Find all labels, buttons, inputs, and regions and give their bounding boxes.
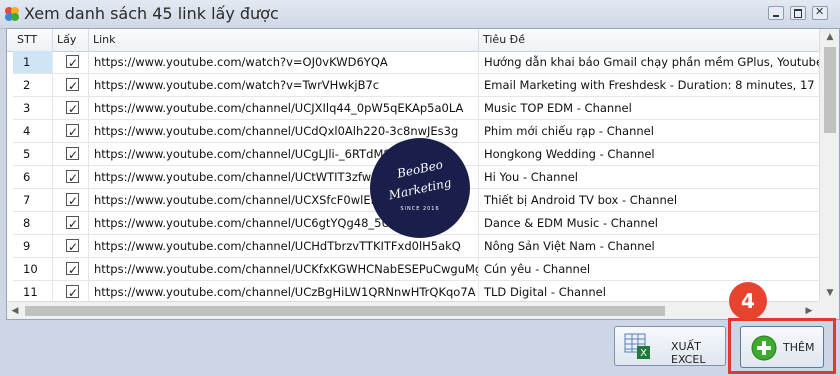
checkbox[interactable] bbox=[66, 236, 79, 257]
row-title[interactable]: Thiết bị Android TV box - Channel bbox=[479, 189, 839, 212]
title-bar: Xem danh sách 45 link lấy được bbox=[0, 0, 840, 29]
checkbox[interactable] bbox=[66, 52, 79, 73]
checkbox[interactable] bbox=[66, 75, 79, 96]
row-checkbox-cell[interactable] bbox=[53, 258, 89, 281]
app-icon bbox=[5, 7, 19, 21]
row-title[interactable]: Email Marketing with Freshdesk - Duratio… bbox=[479, 74, 839, 97]
row-number: 10 bbox=[13, 258, 53, 281]
row-number: 6 bbox=[13, 166, 53, 189]
vertical-scrollbar[interactable]: ▲ ▼ bbox=[819, 29, 839, 301]
close-button[interactable] bbox=[812, 5, 828, 20]
export-excel-label: XUẤT EXCEL bbox=[671, 340, 706, 366]
row-checkbox-cell[interactable] bbox=[53, 97, 89, 120]
row-checkbox-cell[interactable] bbox=[53, 51, 89, 74]
row-link[interactable]: https://www.youtube.com/channel/UCKfxKGW… bbox=[89, 258, 479, 281]
row-title[interactable]: Hướng dẫn khai báo Gmail chạy phần mềm G… bbox=[479, 51, 839, 74]
beobeo-marketing-logo: BeoBeo Marketing SINCE 2016 bbox=[370, 138, 470, 238]
table-row[interactable]: 3 https://www.youtube.com/channel/UCJXIl… bbox=[7, 97, 839, 120]
row-checkbox-cell[interactable] bbox=[53, 189, 89, 212]
row-link[interactable]: https://www.youtube.com/watch?v=OJ0vKWD6… bbox=[89, 51, 479, 74]
table-header: STT Lấy Link Tiêu Đề bbox=[7, 29, 839, 52]
row-checkbox-cell[interactable] bbox=[53, 74, 89, 97]
row-title[interactable]: Hongkong Wedding - Channel bbox=[479, 143, 839, 166]
column-header-stt[interactable]: STT bbox=[13, 29, 53, 51]
row-number: 3 bbox=[13, 97, 53, 120]
checkbox[interactable] bbox=[66, 121, 79, 142]
checkbox[interactable] bbox=[66, 190, 79, 211]
link-list-window: Xem danh sách 45 link lấy được STT Lấy L… bbox=[0, 0, 840, 376]
row-checkbox-cell[interactable] bbox=[53, 212, 89, 235]
horizontal-scroll-thumb[interactable] bbox=[25, 306, 665, 316]
row-title[interactable]: Music TOP EDM - Channel bbox=[479, 97, 839, 120]
scroll-right-icon[interactable]: ▶ bbox=[801, 303, 817, 319]
row-number: 5 bbox=[13, 143, 53, 166]
column-header-link[interactable]: Link bbox=[89, 29, 479, 51]
table-row[interactable]: 10 https://www.youtube.com/channel/UCKfx… bbox=[7, 258, 839, 281]
row-number: 7 bbox=[13, 189, 53, 212]
row-number: 9 bbox=[13, 235, 53, 258]
maximize-button[interactable] bbox=[790, 6, 806, 20]
row-link[interactable]: https://www.youtube.com/watch?v=TwrVHwkj… bbox=[89, 74, 479, 97]
svg-text:X: X bbox=[640, 348, 647, 359]
row-number: 1 bbox=[13, 51, 53, 74]
row-title[interactable]: Phim mới chiếu rạp - Channel bbox=[479, 120, 839, 143]
scroll-left-icon[interactable]: ◀ bbox=[7, 303, 23, 319]
row-title[interactable]: Dance & EDM Music - Channel bbox=[479, 212, 839, 235]
vertical-scroll-thumb[interactable] bbox=[824, 47, 836, 133]
row-link[interactable]: https://www.youtube.com/channel/UCHdTbrz… bbox=[89, 235, 479, 258]
window-title: Xem danh sách 45 link lấy được bbox=[24, 4, 279, 23]
table-row[interactable]: 9 https://www.youtube.com/channel/UCHdTb… bbox=[7, 235, 839, 258]
logo-line-3: SINCE 2016 bbox=[400, 206, 440, 212]
table-row[interactable]: 1 https://www.youtube.com/watch?v=OJ0vKW… bbox=[7, 51, 839, 74]
table-row[interactable]: 2 https://www.youtube.com/watch?v=TwrVHw… bbox=[7, 74, 839, 97]
checkbox[interactable] bbox=[66, 144, 79, 165]
row-checkbox-cell[interactable] bbox=[53, 143, 89, 166]
row-title[interactable]: Hi You - Channel bbox=[479, 166, 839, 189]
row-checkbox-cell[interactable] bbox=[53, 166, 89, 189]
minimize-button[interactable] bbox=[768, 6, 784, 20]
scroll-down-icon[interactable]: ▼ bbox=[822, 285, 838, 301]
excel-export-icon: X bbox=[624, 333, 650, 359]
checkbox[interactable] bbox=[66, 213, 79, 234]
checkbox[interactable] bbox=[66, 98, 79, 119]
step-badge: 4 bbox=[729, 282, 767, 320]
export-excel-button[interactable]: X XUẤT EXCEL bbox=[614, 326, 726, 366]
row-checkbox-cell[interactable] bbox=[53, 120, 89, 143]
row-number: 8 bbox=[13, 212, 53, 235]
column-header-tieu-de[interactable]: Tiêu Đề bbox=[479, 29, 839, 51]
row-link[interactable]: https://www.youtube.com/channel/UCJXIlq4… bbox=[89, 97, 479, 120]
checkbox[interactable] bbox=[66, 282, 79, 303]
step-highlight-box bbox=[728, 318, 836, 374]
row-checkbox-cell[interactable] bbox=[53, 235, 89, 258]
row-number: 2 bbox=[13, 74, 53, 97]
column-header-lay[interactable]: Lấy bbox=[53, 29, 89, 51]
horizontal-scrollbar[interactable]: ◀ ▶ bbox=[7, 301, 819, 319]
row-title[interactable]: Nông Sản Việt Nam - Channel bbox=[479, 235, 839, 258]
checkbox[interactable] bbox=[66, 259, 79, 280]
scroll-up-icon[interactable]: ▲ bbox=[822, 29, 838, 45]
scrollbar-corner bbox=[819, 301, 839, 319]
row-title[interactable]: Cún yêu - Channel bbox=[479, 258, 839, 281]
checkbox[interactable] bbox=[66, 167, 79, 188]
row-number: 4 bbox=[13, 120, 53, 143]
